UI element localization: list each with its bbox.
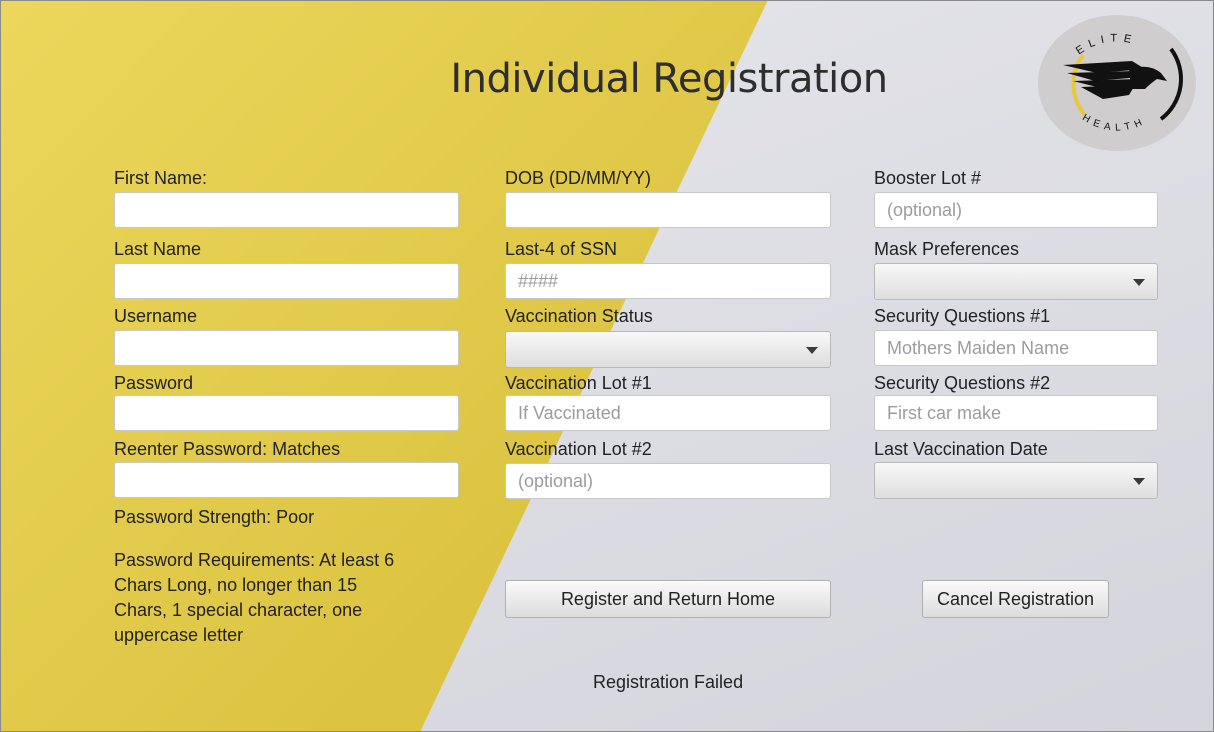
reenter-password-input[interactable]	[114, 462, 459, 498]
security-question2-input[interactable]	[874, 395, 1158, 431]
reenter-password-label: Reenter Password: Matches	[114, 439, 341, 459]
cancel-button[interactable]: Cancel Registration	[922, 580, 1109, 618]
chevron-down-icon	[1133, 478, 1145, 485]
mask-preferences-select[interactable]	[874, 263, 1158, 300]
ssn-input[interactable]	[505, 263, 831, 299]
dob-input[interactable]	[505, 192, 831, 228]
registration-status-text: Registration Failed	[593, 672, 744, 692]
username-label: Username	[114, 306, 198, 326]
vaccination-lot2-label: Vaccination Lot #2	[505, 439, 652, 459]
booster-lot-input[interactable]	[874, 192, 1158, 228]
security-question1-input[interactable]	[874, 330, 1158, 366]
last-vaccination-date-select[interactable]	[874, 462, 1158, 499]
dob-label: DOB (DD/MM/YY)	[505, 168, 651, 188]
password-requirements-text: Password Requirements: At least 6 Chars …	[114, 550, 395, 645]
booster-lot-label: Booster Lot #	[874, 168, 982, 188]
elite-health-logo: ELITE HEALTH	[1038, 15, 1196, 151]
vaccination-status-select[interactable]	[505, 331, 831, 368]
page-title: Individual Registration	[450, 56, 888, 102]
vaccination-lot2-input[interactable]	[505, 463, 831, 499]
password-label: Password	[114, 373, 194, 393]
last-name-input[interactable]	[114, 263, 459, 299]
last-vaccination-date-label: Last Vaccination Date	[874, 439, 1048, 459]
vaccination-lot1-label: Vaccination Lot #1	[505, 373, 652, 393]
last-name-label: Last Name	[114, 239, 202, 259]
first-name-input[interactable]	[114, 192, 459, 228]
vaccination-lot1-input[interactable]	[505, 395, 831, 431]
mask-preferences-label: Mask Preferences	[874, 239, 1020, 259]
first-name-label: First Name:	[114, 168, 208, 188]
password-input[interactable]	[114, 395, 459, 431]
register-button[interactable]: Register and Return Home	[505, 580, 831, 618]
registration-window: Individual Registration ELITE HEALTH Fir…	[0, 0, 1214, 732]
password-strength-text: Password Strength: Poor	[114, 507, 315, 527]
username-input[interactable]	[114, 330, 459, 366]
security-question2-label: Security Questions #2	[874, 373, 1051, 393]
chevron-down-icon	[806, 347, 818, 354]
security-question1-label: Security Questions #1	[874, 306, 1051, 326]
ssn-label: Last-4 of SSN	[505, 239, 618, 259]
chevron-down-icon	[1133, 279, 1145, 286]
vaccination-status-label: Vaccination Status	[505, 306, 653, 326]
